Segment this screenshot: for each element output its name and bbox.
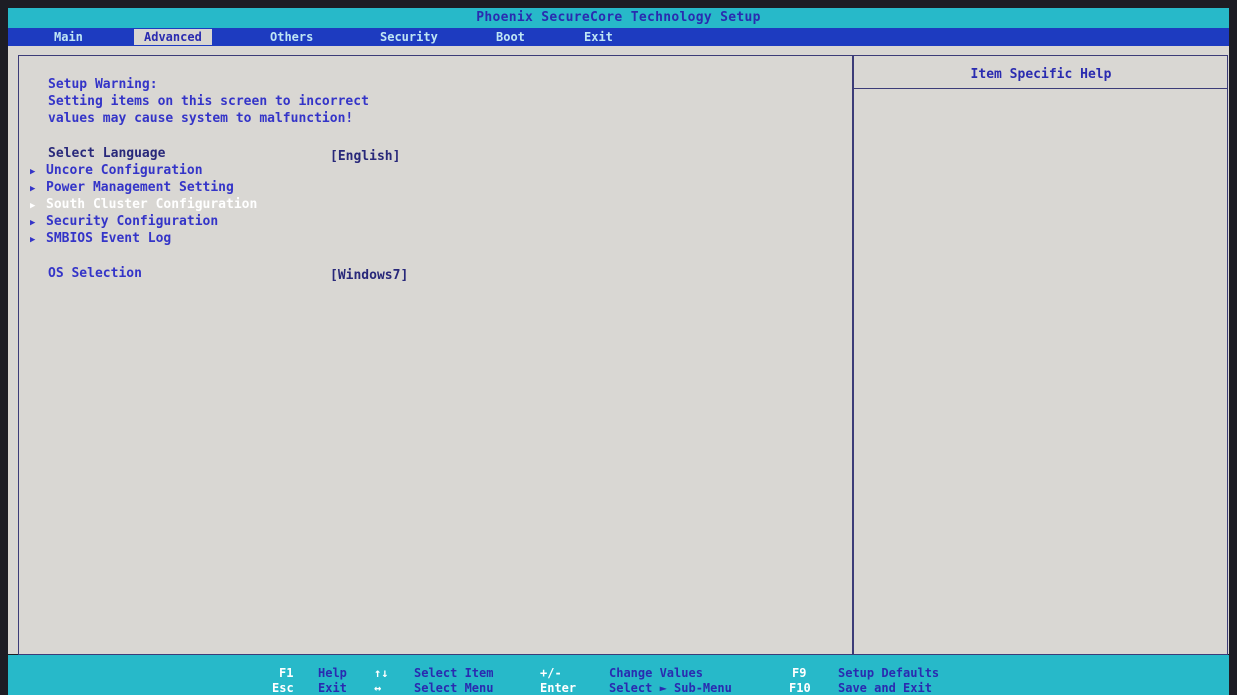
key-plusminus: +/- [540,666,562,680]
key-help-label: Help [318,666,347,680]
tab-main[interactable]: Main [44,29,93,45]
submenu-arrow-icon: ▶ [30,184,36,194]
updown-arrows-icon: ↑↓ [374,666,389,680]
key-exit-label: Exit [318,681,347,695]
select-language-label[interactable]: Select Language [48,146,165,161]
key-f9: F9 [792,666,807,680]
panel-border [18,55,1228,655]
help-panel-title: Item Specific Help [970,67,1112,82]
key-select-menu-label: Select Menu [414,681,494,695]
key-select-item-label: Select Item [414,666,494,680]
tab-boot[interactable]: Boot [486,29,535,45]
key-esc: Esc [272,681,294,695]
submenu-arrow-icon: ▶ [30,218,36,228]
key-help-bar: F1 Help Esc Exit ↑↓ Select Item ↔ Select… [8,655,1229,695]
key-enter: Enter [540,681,577,695]
submenu-label: SMBIOS Event Log [46,231,172,246]
window-title: Phoenix SecureCore Technology Setup [476,10,761,25]
os-selection-label[interactable]: OS Selection [48,266,142,281]
key-save-exit-label: Save and Exit [838,681,932,695]
key-change-values-label: Change Values [609,666,703,680]
leftright-arrows-icon: ↔ [374,681,382,695]
tab-others[interactable]: Others [260,29,323,45]
warning-line-2: values may cause system to malfunction! [48,111,354,126]
key-f1: F1 [279,666,294,680]
panel-divider [852,55,854,655]
submenu-arrow-icon: ▶ [30,235,36,245]
warning-heading: Setup Warning: [48,77,158,92]
tab-advanced[interactable]: Advanced [134,29,212,45]
tab-security[interactable]: Security [370,29,448,45]
warning-line-1: Setting items on this screen to incorrec… [48,94,369,109]
bios-setup-screen: Phoenix SecureCore Technology Setup Main… [0,0,1237,695]
key-select-submenu-label: Select ► Sub-Menu [609,681,732,695]
submenu-arrow-icon: ▶ [30,201,36,211]
key-f10: F10 [789,681,811,695]
os-selection-value[interactable]: [Windows7] [330,268,408,283]
submenu-label: South Cluster Configuration [46,197,258,212]
submenu-label: Uncore Configuration [46,163,203,178]
submenu-label: Security Configuration [46,214,219,229]
select-language-value[interactable]: [English] [330,149,400,164]
help-divider [854,88,1228,89]
tab-bar: Main Advanced Others Security Boot Exit [8,28,1229,46]
title-bar: Phoenix SecureCore Technology Setup [8,8,1229,28]
submenu-arrow-icon: ▶ [30,167,36,177]
submenu-label: Power Management Setting [46,180,234,195]
key-setup-defaults-label: Setup Defaults [838,666,940,680]
tab-exit[interactable]: Exit [574,29,623,45]
